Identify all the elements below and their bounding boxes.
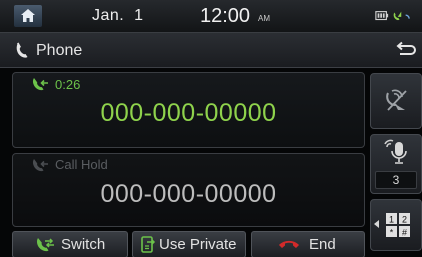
keypad-key-1: 1 — [389, 215, 394, 225]
switch-call-icon — [36, 238, 54, 252]
microphone-volume-button[interactable]: 3 — [370, 134, 422, 194]
status-ampm: AM — [258, 14, 270, 23]
back-button[interactable] — [392, 39, 418, 61]
back-icon — [396, 41, 416, 55]
switch-button[interactable]: Switch — [12, 231, 128, 257]
status-icons — [375, 11, 410, 21]
mic-volume-level: 3 — [375, 171, 417, 189]
expand-arrow-icon — [374, 220, 379, 228]
active-call-number: 000-000-00000 — [100, 99, 277, 127]
mute-speaker-icon — [386, 89, 407, 111]
active-call-icon — [32, 78, 48, 91]
battery-icon — [375, 11, 389, 21]
held-call-number: 000-000-00000 — [100, 180, 277, 208]
home-icon — [21, 9, 35, 22]
phone-signal-icon — [393, 11, 410, 21]
end-button-label: End — [309, 236, 336, 253]
call-hold-status: Call Hold — [55, 157, 108, 172]
phone-screen: Jan. 1 12:00 AM Phone 0:26 000-000-00000… — [0, 0, 422, 257]
held-call-panel[interactable]: Call Hold 000-000-00000 — [12, 153, 365, 227]
switch-button-label: Switch — [61, 236, 106, 253]
page-title: Phone — [36, 42, 83, 59]
end-call-button[interactable]: End — [251, 231, 365, 257]
keypad-key-star: * — [390, 228, 394, 238]
status-time: 12:00 — [200, 5, 251, 27]
hold-call-icon — [32, 159, 48, 172]
keypad-key-hash: # — [402, 228, 407, 238]
status-date: Jan. 1 — [92, 7, 144, 24]
keypad-key-2: 2 — [402, 215, 407, 225]
mute-speaker-button[interactable] — [370, 73, 422, 129]
call-duration: 0:26 — [55, 77, 81, 92]
home-button[interactable] — [14, 5, 42, 27]
active-call-panel[interactable]: 0:26 000-000-00000 — [12, 72, 365, 148]
use-private-button[interactable]: Use Private — [132, 231, 246, 257]
title-bar: Phone — [0, 33, 422, 68]
end-call-icon — [279, 240, 299, 248]
status-bar: Jan. 1 12:00 AM — [0, 0, 422, 33]
microphone-icon — [384, 139, 407, 164]
phone-icon — [16, 42, 28, 58]
private-handset-icon — [141, 236, 156, 253]
use-private-button-label: Use Private — [159, 236, 237, 253]
keypad-button[interactable]: 1 2 * # — [370, 199, 422, 251]
